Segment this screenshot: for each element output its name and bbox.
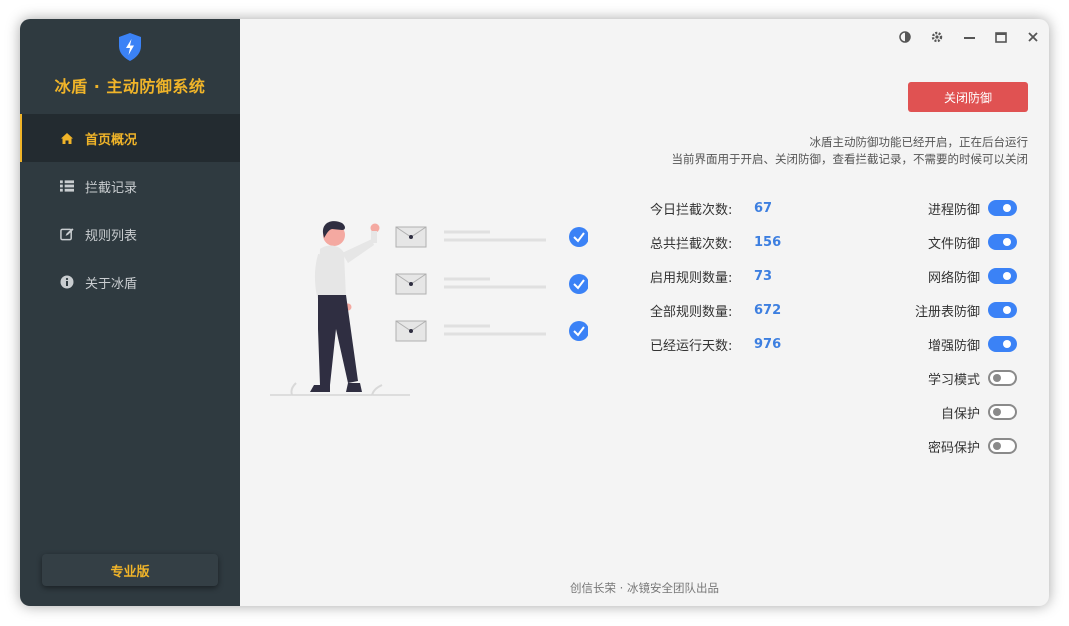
sidebar-item-label: 拦截记录 <box>85 180 138 196</box>
toggle-row-enhanced: 增强防御 <box>915 327 1017 361</box>
stat-label: 启用规则数量: <box>650 270 733 286</box>
close-icon[interactable] <box>1025 29 1041 45</box>
checklist-row <box>395 226 588 248</box>
app-window: 冰盾 · 主动防御系统 首页概况 拦截记录 规则列表 关于冰盾 专业版 关闭防御… <box>20 19 1049 606</box>
sidebar-item-label: 首页概况 <box>85 132 138 148</box>
process-defense-switch[interactable] <box>988 200 1017 216</box>
sidebar-item-home[interactable]: 首页概况 <box>20 114 240 162</box>
minimize-icon[interactable] <box>961 29 977 45</box>
stat-value: 976 <box>754 336 782 352</box>
gear-icon[interactable] <box>929 29 945 45</box>
toggle-label: 进程防御 <box>927 202 980 218</box>
stat-value: 672 <box>754 302 782 318</box>
sidebar-item-rules[interactable]: 规则列表 <box>20 210 240 258</box>
toggle-label: 自保护 <box>940 406 980 422</box>
enhanced-defense-switch[interactable] <box>988 336 1017 352</box>
stats-panel: 今日拦截次数: 67 总共拦截次数: 156 启用规则数量: 73 全部规则数量… <box>650 191 781 361</box>
sidebar-item-label: 关于冰盾 <box>85 276 138 292</box>
toggle-label: 学习模式 <box>927 372 980 388</box>
toggle-label: 注册表防御 <box>914 304 980 320</box>
learning-mode-switch[interactable] <box>988 370 1017 386</box>
home-icon <box>60 131 74 145</box>
info-icon <box>60 275 74 289</box>
toggle-label: 密码保护 <box>927 440 980 456</box>
checklist-row <box>395 320 588 342</box>
sidebar-item-about[interactable]: 关于冰盾 <box>20 258 240 306</box>
stat-label: 总共拦截次数: <box>650 236 733 252</box>
toggle-row-registry: 注册表防御 <box>915 293 1017 327</box>
sidebar-item-label: 规则列表 <box>85 228 138 244</box>
stat-row: 启用规则数量: 73 <box>650 259 781 293</box>
sidebar-nav: 首页概况 拦截记录 规则列表 关于冰盾 <box>20 114 240 306</box>
stat-value: 73 <box>754 268 773 284</box>
stat-label: 已经运行天数: <box>650 338 733 354</box>
sidebar: 冰盾 · 主动防御系统 首页概况 拦截记录 规则列表 关于冰盾 专业版 <box>20 19 240 606</box>
stat-row: 已经运行天数: 976 <box>650 327 781 361</box>
toggle-row-process: 进程防御 <box>915 191 1017 225</box>
shield-lightning-icon <box>119 33 141 61</box>
checklist-row <box>395 273 588 295</box>
edit-icon <box>60 227 74 241</box>
app-title: 冰盾 · 主动防御系统 <box>54 77 206 96</box>
file-defense-switch[interactable] <box>988 234 1017 250</box>
status-description: 冰盾主动防御功能已经开启，正在后台运行 当前界面用于开启、关闭防御，查看拦截记录… <box>672 134 1029 168</box>
toggle-row-password: 密码保护 <box>915 429 1017 463</box>
status-line-2: 当前界面用于开启、关闭防御，查看拦截记录，不需要的时候可以关闭 <box>671 152 1029 166</box>
toggle-label: 文件防御 <box>927 236 980 252</box>
defense-toggles: 进程防御 文件防御 网络防御 注册表防御 增强防御 学习模式 自保护 密码保护 <box>915 191 1017 463</box>
toggle-row-self-protect: 自保护 <box>915 395 1017 429</box>
stat-label: 全部规则数量: <box>650 304 733 320</box>
self-protect-switch[interactable] <box>988 404 1017 420</box>
sidebar-item-intercept-log[interactable]: 拦截记录 <box>20 162 240 210</box>
pro-edition-button[interactable]: 专业版 <box>42 554 218 586</box>
checklist-illustration <box>270 221 588 396</box>
stat-value: 156 <box>754 234 782 250</box>
stat-row: 总共拦截次数: 156 <box>650 225 781 259</box>
theme-contrast-icon[interactable] <box>897 29 913 45</box>
toggle-row-network: 网络防御 <box>915 259 1017 293</box>
toggle-row-file: 文件防御 <box>915 225 1017 259</box>
footer-credit: 创信长荣 · 冰镜安全团队出品 <box>570 581 719 595</box>
stat-label: 今日拦截次数: <box>650 202 733 218</box>
toggle-row-learning: 学习模式 <box>915 361 1017 395</box>
close-defense-button[interactable]: 关闭防御 <box>908 82 1028 112</box>
toggle-label: 网络防御 <box>927 270 980 286</box>
maximize-icon[interactable] <box>993 29 1009 45</box>
network-defense-switch[interactable] <box>988 268 1017 284</box>
registry-defense-switch[interactable] <box>988 302 1017 318</box>
toggle-label: 增强防御 <box>927 338 980 354</box>
stat-value: 67 <box>754 200 773 216</box>
list-icon <box>60 179 74 193</box>
stat-row: 全部规则数量: 672 <box>650 293 781 327</box>
stat-row: 今日拦截次数: 67 <box>650 191 781 225</box>
password-protect-switch[interactable] <box>988 438 1017 454</box>
status-line-1: 冰盾主动防御功能已经开启，正在后台运行 <box>809 135 1029 149</box>
